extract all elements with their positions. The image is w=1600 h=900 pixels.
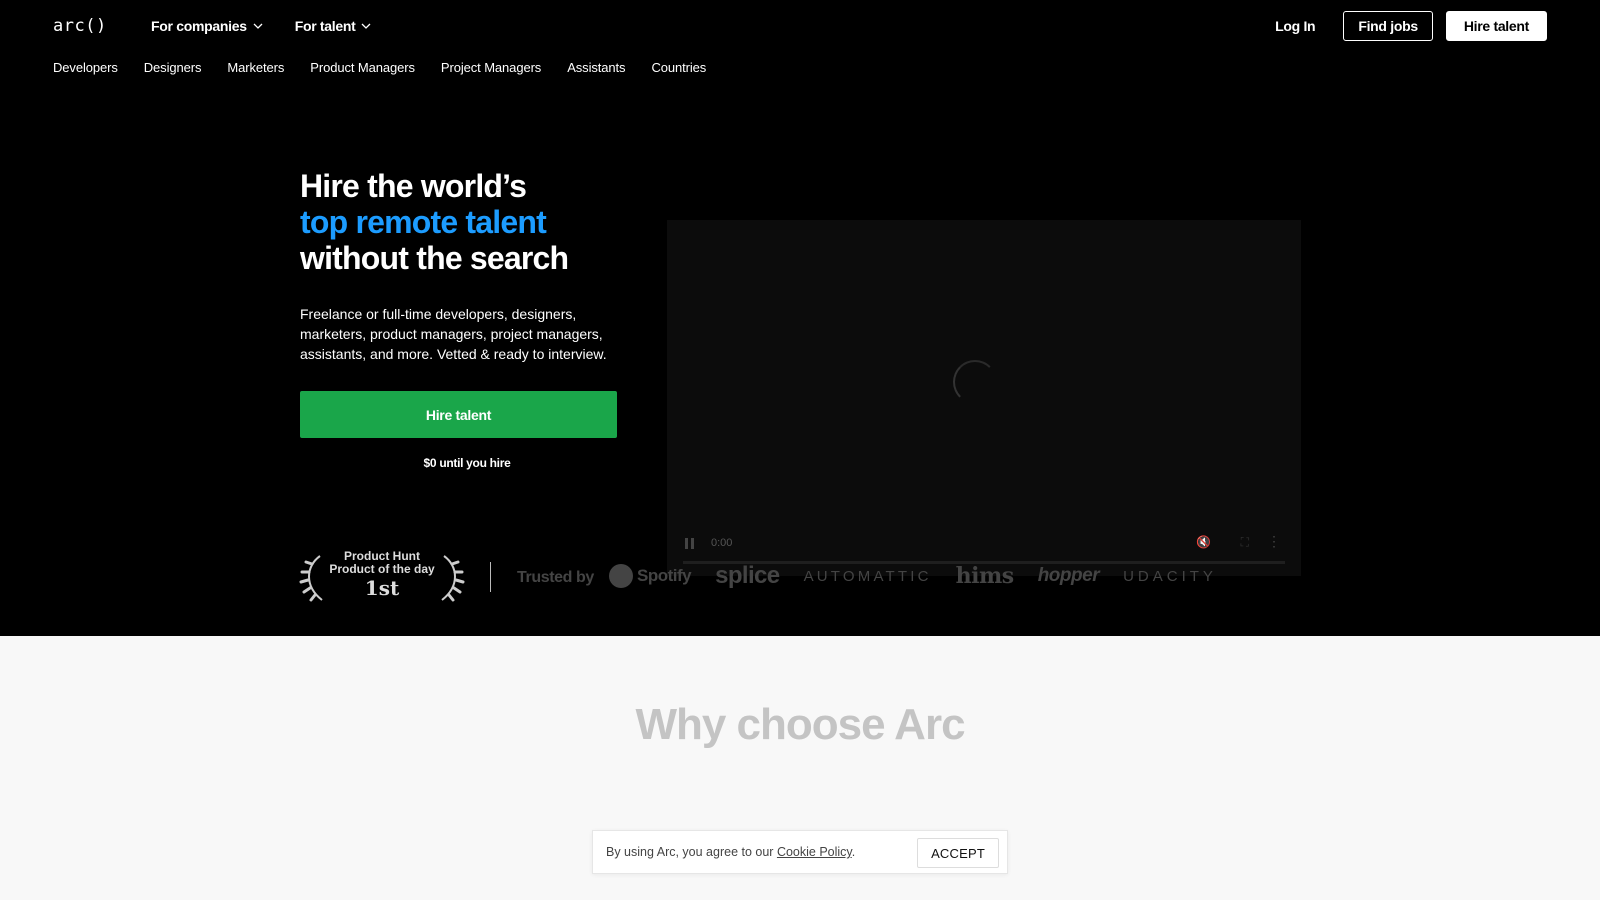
- hims-logo: hims: [955, 563, 1015, 589]
- video-time: 0:00: [711, 537, 733, 549]
- for-talent-dropdown[interactable]: For talent: [295, 18, 372, 34]
- nav-developers[interactable]: Developers: [53, 60, 118, 75]
- trusted-divider: [490, 562, 491, 592]
- pause-icon[interactable]: [685, 538, 695, 550]
- category-nav: Developers Designers Marketers Product M…: [53, 60, 706, 75]
- hero-section: arc() For companies For talent Log In Fi…: [0, 0, 1600, 636]
- nav-countries[interactable]: Countries: [651, 60, 706, 75]
- cookie-policy-link[interactable]: Cookie Policy: [777, 845, 852, 859]
- nav-designers[interactable]: Designers: [144, 60, 202, 75]
- headline-line-1: Hire the world’s: [300, 168, 527, 204]
- for-talent-label: For talent: [294, 18, 356, 34]
- chevron-down-icon: [253, 23, 263, 29]
- nav-project-managers[interactable]: Project Managers: [441, 60, 541, 75]
- udacity-logo: UDACITY: [1123, 567, 1217, 585]
- headline-line-3: without the search: [300, 240, 569, 276]
- spotify-icon: [609, 564, 633, 588]
- more-options-icon[interactable]: ⋮: [1267, 533, 1281, 550]
- cookie-suffix: .: [851, 845, 856, 859]
- chevron-down-icon: [362, 23, 371, 29]
- hero-hire-talent-button[interactable]: Hire talent: [300, 391, 617, 438]
- splice-logo: splice: [715, 562, 780, 589]
- fullscreen-icon[interactable]: ⛶: [1241, 535, 1249, 550]
- cookie-message: By using Arc, you agree to our Cookie Po…: [606, 845, 855, 859]
- headline-highlight: top remote talent: [300, 204, 547, 240]
- mute-icon[interactable]: 🔇: [1196, 535, 1211, 549]
- nav-assistants[interactable]: Assistants: [567, 60, 625, 75]
- product-hunt-award: Product Hunt Product of the day 1st: [298, 550, 466, 604]
- loading-spinner-icon: [953, 360, 997, 404]
- header-hire-talent-button[interactable]: Hire talent: [1445, 11, 1547, 41]
- cookie-accept-button[interactable]: ACCEPT: [917, 838, 999, 868]
- find-jobs-button[interactable]: Find jobs: [1343, 11, 1433, 41]
- client-logos: Spotify splice AUTOMATTIC hims hopper UD…: [609, 562, 1217, 590]
- header-actions: Log In Find jobs Hire talent: [1275, 11, 1547, 41]
- login-link[interactable]: Log In: [1275, 18, 1315, 34]
- trusted-by-label: Trusted by: [517, 569, 594, 586]
- hero-subtext: Freelance or full-time developers, desig…: [300, 306, 607, 362]
- spotify-wordmark: Spotify: [637, 566, 692, 585]
- cookie-banner: By using Arc, you agree to our Cookie Po…: [592, 830, 1008, 874]
- arc-logo[interactable]: arc(): [53, 16, 107, 36]
- hopper-logo: hopper: [1037, 565, 1100, 586]
- spotify-logo: Spotify: [609, 564, 692, 588]
- why-choose-heading: Why choose Arc: [635, 700, 965, 749]
- for-companies-dropdown[interactable]: For companies: [151, 18, 263, 34]
- cookie-message-text: By using Arc, you agree to our: [606, 845, 777, 859]
- laurel-right-icon: [441, 555, 465, 602]
- hero-video-player[interactable]: 0:00 🔇 ⛶ ⋮: [667, 220, 1301, 576]
- free-until-hire-note: $0 until you hire: [423, 456, 511, 470]
- hero-headline: Hire the world’s top remote talent witho…: [300, 168, 569, 276]
- for-companies-label: For companies: [151, 18, 247, 34]
- nav-marketers[interactable]: Marketers: [227, 60, 284, 75]
- top-nav: For companies For talent: [151, 18, 371, 34]
- nav-product-managers[interactable]: Product Managers: [310, 60, 415, 75]
- automattic-logo: AUTOMATTIC: [803, 567, 932, 585]
